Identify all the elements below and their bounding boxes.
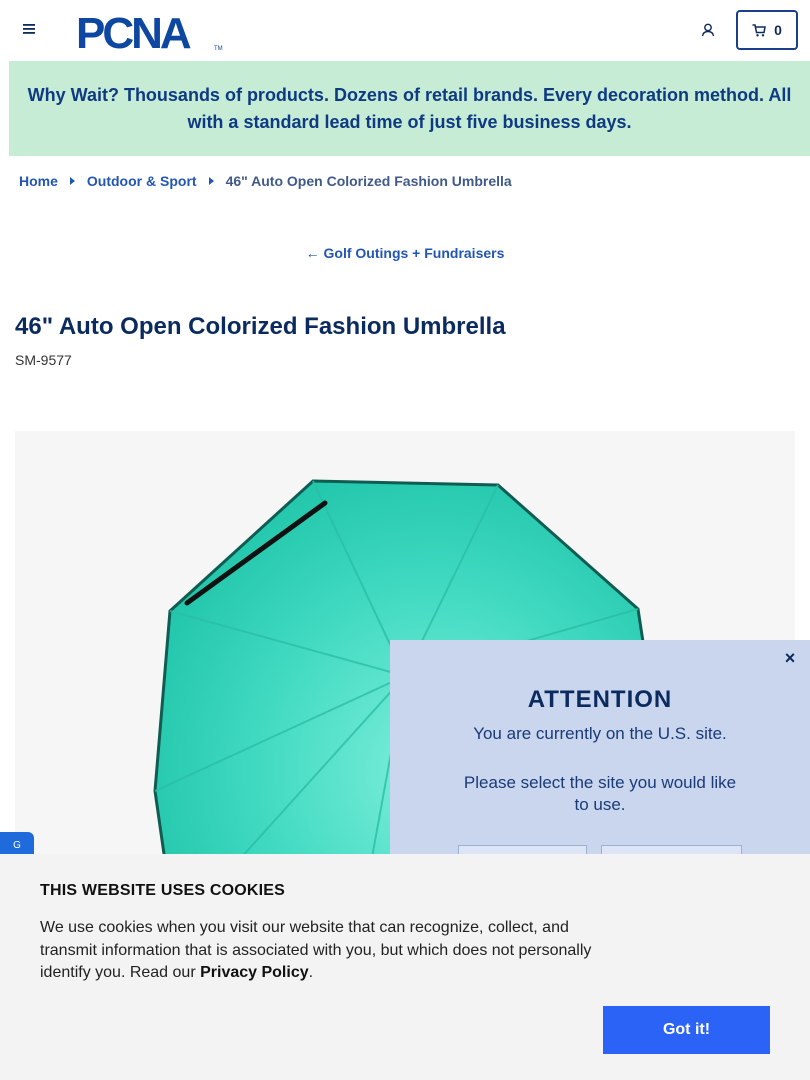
cart-button[interactable]: 0 [736, 10, 798, 50]
hamburger-menu-button[interactable] [18, 18, 40, 40]
breadcrumb-category-link[interactable]: Outdoor & Sport [87, 173, 197, 189]
back-link-label: Golf Outings + Fundraisers [323, 245, 505, 261]
product-title: 46" Auto Open Colorized Fashion Umbrella [15, 313, 506, 340]
caret-right-icon [69, 177, 75, 185]
cookie-title: THIS WEBSITE USES COOKIES [40, 882, 286, 899]
breadcrumb-current: 46" Auto Open Colorized Fashion Umbrella [225, 173, 512, 189]
site-select-modal: × ATTENTION You are currently on the U.S… [390, 640, 810, 875]
modal-prompt: Please select the site you would like to… [463, 773, 737, 814]
close-icon[interactable]: × [780, 648, 800, 668]
svg-text:TM: TM [214, 46, 223, 52]
breadcrumb-home-link[interactable]: Home [19, 173, 58, 189]
site-header: PCNA TM 0 [0, 0, 810, 60]
privacy-policy-link[interactable]: Privacy Policy [200, 964, 309, 981]
cookie-period: . [308, 964, 314, 981]
back-link-container: ← Golf Outings + Fundraisers [0, 245, 810, 261]
cookie-banner: THIS WEBSITE USES COOKIES We use cookies… [0, 854, 810, 1080]
accept-cookies-button[interactable]: Got it! [603, 1006, 770, 1054]
pcna-logo[interactable]: PCNA TM [76, 10, 226, 52]
menu-icon [23, 24, 35, 34]
svg-text:PCNA: PCNA [76, 10, 191, 52]
promo-banner: Why Wait? Thousands of products. Dozens … [9, 61, 810, 156]
modal-title: ATTENTION [527, 686, 673, 713]
cart-icon [752, 23, 766, 36]
breadcrumb: Home Outdoor & Sport 46" Auto Open Color… [19, 173, 512, 189]
cart-count: 0 [774, 22, 782, 38]
caret-right-icon [208, 177, 214, 185]
product-sku: SM-9577 [15, 352, 72, 368]
account-button[interactable] [696, 18, 720, 42]
user-icon [701, 23, 715, 37]
arrow-left-icon: ← [305, 245, 320, 261]
cookie-text: We use cookies when you visit our websit… [40, 917, 610, 985]
back-to-collection-link[interactable]: ← Golf Outings + Fundraisers [306, 245, 505, 261]
promo-text: Why Wait? Thousands of products. Dozens … [27, 84, 792, 132]
cookie-body: We use cookies when you visit our websit… [40, 919, 592, 981]
modal-message: You are currently on the U.S. site. [473, 724, 727, 743]
